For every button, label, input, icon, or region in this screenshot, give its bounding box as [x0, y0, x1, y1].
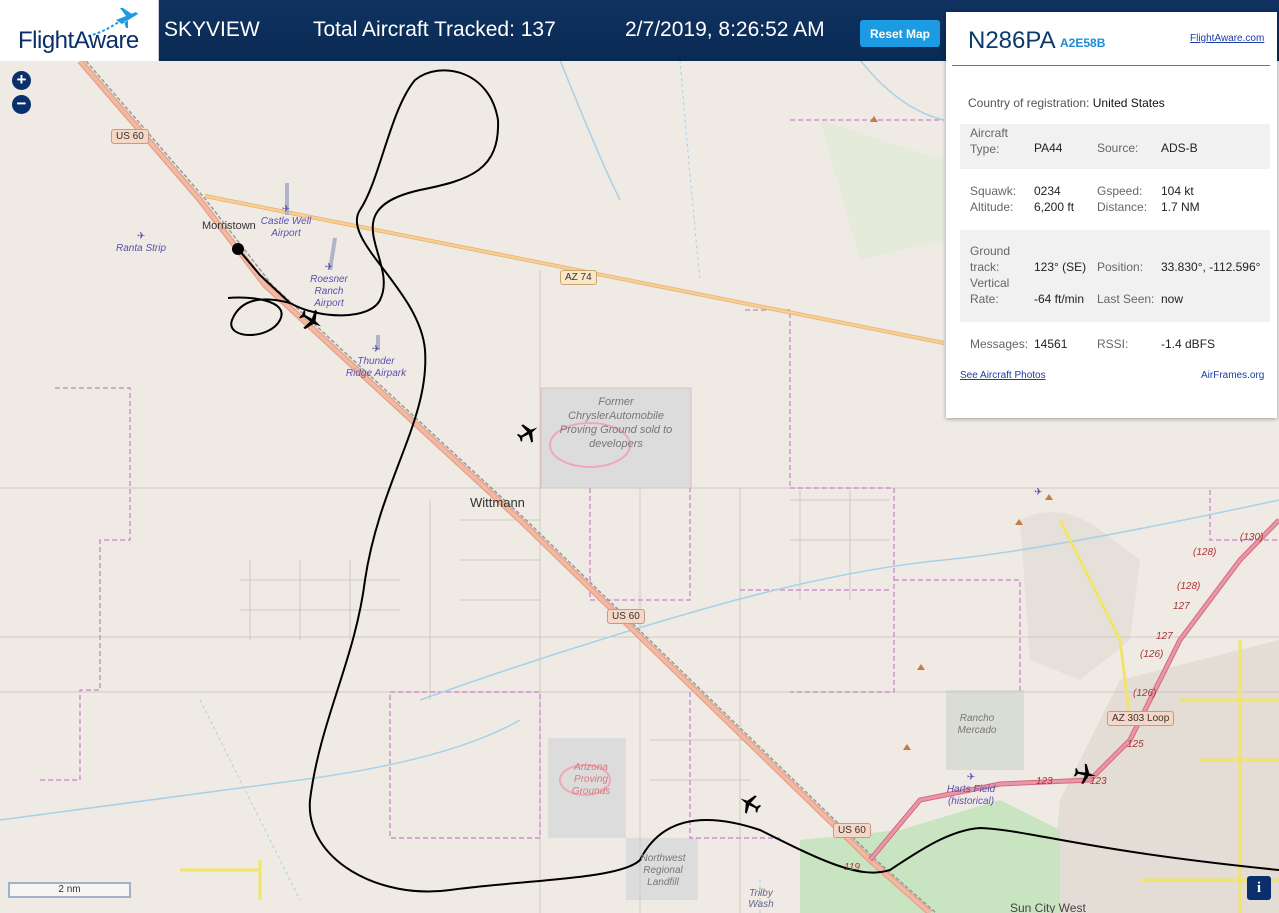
airplane-icon[interactable] — [516, 421, 540, 445]
source-value: ADS-B — [1161, 141, 1198, 155]
road-number: (130) — [1240, 532, 1264, 543]
area-label-rancho-mercado: Rancho Mercado — [957, 713, 997, 736]
airport-icon: ✈ — [281, 204, 291, 215]
flightaware-logo[interactable]: FlightAware — [0, 0, 159, 61]
last-seen-value: now — [1161, 292, 1184, 306]
logo-text: FlightAware — [18, 27, 139, 54]
map-scale-bar: 2 nm — [8, 882, 131, 898]
zoom-out-button[interactable]: − — [12, 95, 31, 114]
vertical-rate-value: -64 ft/min — [1034, 292, 1085, 306]
airframes-link[interactable]: AirFrames.org — [1201, 370, 1264, 381]
road-number: 125 — [1127, 739, 1144, 750]
aircraft-type-value: PA44 — [1034, 141, 1063, 155]
position-label: Position: — [1097, 260, 1144, 274]
aircraft-type-label: Aircraft Type: — [970, 126, 1009, 156]
last-seen-label: Last Seen: — [1097, 292, 1155, 306]
distance-label: Distance: — [1097, 200, 1148, 214]
airport-label-thunder-ridge: ✈ Thunder Ridge Airpark — [345, 344, 407, 379]
road-number: 127 — [1156, 631, 1173, 642]
squawk-value: 0234 — [1034, 184, 1061, 198]
road-number: 123 — [1036, 776, 1053, 787]
info-button[interactable]: i — [1247, 876, 1271, 900]
airport-label-ranta-strip: ✈ Ranta Strip — [116, 231, 167, 254]
area-label-landfill: Northwest Regional Landfill — [640, 853, 686, 888]
airport-icon: ✈ — [324, 262, 334, 273]
type-source-box: Aircraft Type: PA44 Source: ADS-B — [960, 124, 1270, 169]
road-number: (128) — [1177, 581, 1201, 592]
messages-rssi-box: Messages: 14561 RSSI: -1.4 dBFS — [960, 330, 1270, 358]
squawk-label: Squawk: — [970, 184, 1017, 198]
rssi-label: RSSI: — [1097, 337, 1129, 351]
zoom-in-button[interactable]: + — [12, 71, 31, 90]
airport-icon: ✈ — [136, 231, 146, 242]
airport-icon: ✈ — [1034, 487, 1043, 498]
airport-label-castle-well: ✈ Castle Well Airport — [260, 204, 312, 239]
gspeed-value: 104 kt — [1161, 184, 1194, 198]
road-shield-us60: US 60 — [111, 129, 149, 144]
rssi-value: -1.4 dBFS — [1161, 337, 1216, 351]
messages-value: 14561 — [1034, 337, 1068, 351]
airport-label-harts-field: ✈ Harts Field (historical) — [946, 772, 996, 807]
current-datetime: 2/7/2019, 8:26:52 AM — [625, 18, 825, 41]
squawk-speed-box: Squawk: 0234 Gspeed: 104 kt Altitude: 6,… — [960, 176, 1270, 224]
road-number: 119 — [844, 862, 860, 873]
road-shield-us60: US 60 — [607, 609, 645, 624]
town-label-wittmann: Wittmann — [470, 495, 525, 510]
app-name: SKYVIEW — [164, 18, 260, 41]
road-number: (126) — [1133, 688, 1157, 699]
road-shield-az303: AZ 303 Loop — [1107, 711, 1175, 726]
aircraft-info-panel: N286PA A2E58B FlightAware.com Country of… — [946, 12, 1277, 418]
reset-map-button[interactable]: Reset Map — [860, 20, 940, 47]
position-value: 33.830°, -112.596° — [1161, 260, 1261, 274]
road-shield-az74: AZ 74 — [560, 270, 597, 285]
area-label-trilby-wash: Trilby Wash — [748, 888, 774, 910]
vertical-rate-label: Vertical Rate: — [970, 276, 1010, 306]
airplane-icon[interactable] — [1073, 762, 1097, 786]
ground-track-value: 123° (SE) — [1034, 260, 1087, 274]
area-label-chrysler-proving-ground: Former ChryslerAutomobile Proving Ground… — [559, 396, 673, 450]
airplane-icon[interactable] — [298, 307, 324, 333]
country-value: United States — [1092, 96, 1165, 110]
airport-icon: ✈ — [966, 772, 976, 783]
panel-divider — [952, 65, 1270, 66]
airport-icon: ✈ — [371, 344, 381, 355]
aircraft-count: Total Aircraft Tracked: 137 — [313, 18, 556, 41]
road-number: 127 — [1173, 601, 1190, 612]
altitude-value: 6,200 ft — [1034, 200, 1075, 214]
area-label-arizona-proving-grounds: Arizona Proving Grounds — [571, 762, 611, 797]
aircraft-hex: A2E58B — [1060, 36, 1106, 50]
messages-label: Messages: — [970, 337, 1029, 351]
altitude-label: Altitude: — [970, 200, 1014, 214]
ground-track-label: Ground track: — [970, 244, 1011, 274]
area-label-sun-city-west: Sun City West — [1010, 901, 1086, 913]
road-number: (128) — [1193, 547, 1217, 558]
gspeed-label: Gspeed: — [1097, 184, 1143, 198]
aircraft-photos-link[interactable]: See Aircraft Photos — [960, 370, 1046, 381]
airplane-icon[interactable] — [738, 792, 762, 816]
town-label-morristown: Morristown — [202, 220, 256, 232]
track-position-box: Ground track: 123° (SE) Position: 33.830… — [960, 230, 1270, 322]
road-number: (126) — [1140, 649, 1164, 660]
road-shield-us60: US 60 — [833, 823, 871, 838]
country-row: Country of registration: United States — [968, 96, 1165, 110]
source-label: Source: — [1097, 141, 1139, 155]
distance-value: 1.7 NM — [1161, 200, 1200, 214]
aircraft-registration: N286PA — [968, 27, 1056, 54]
flightaware-link[interactable]: FlightAware.com — [1190, 33, 1264, 44]
airport-label-roesner-ranch: ✈ Roesner Ranch Airport — [310, 262, 348, 309]
